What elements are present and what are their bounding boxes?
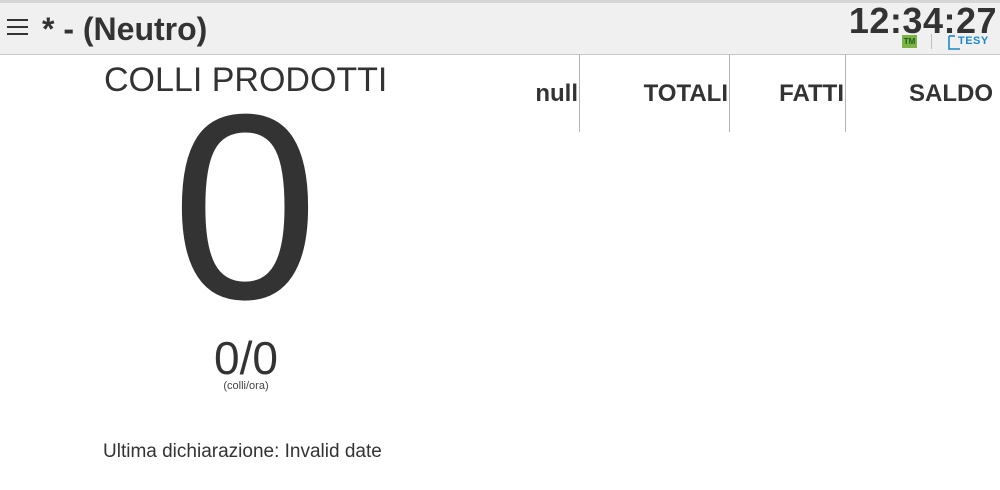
column-divider [729,54,730,132]
column-header-fatti: FATTI [779,80,844,107]
table-header: null TOTALI FATTI SALDO [0,54,1000,132]
column-divider [845,54,846,132]
tm-status-icon: TM [902,35,917,48]
header-divider [931,34,932,49]
header-bar: * - (Neutro) 12:34:27 [0,0,1000,55]
column-divider [579,54,580,132]
column-header-null: null [535,80,578,107]
rate-unit: (colli/ora) [223,380,269,392]
rate-value: 0/0 [214,332,278,384]
last-declaration: Ultima dichiarazione: Invalid date [103,441,382,462]
tesy-logo-text: TESY [958,35,989,47]
page-title: * - (Neutro) [42,11,208,47]
column-header-saldo: SALDO [909,80,993,107]
hamburger-menu-icon[interactable] [7,17,29,37]
column-header-totali: TOTALI [643,80,728,107]
